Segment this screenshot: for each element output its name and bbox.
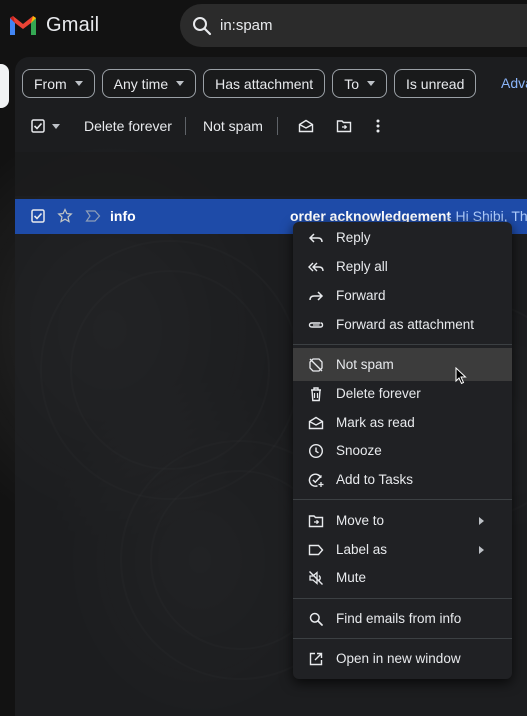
chip-label: Is unread — [406, 75, 465, 92]
menu-item-mute[interactable]: Mute — [293, 563, 512, 592]
menu-item-delete-forever[interactable]: Delete forever — [293, 379, 512, 408]
menu-item-add-to-tasks[interactable]: Add to Tasks — [293, 465, 512, 494]
chevron-down-icon — [52, 123, 60, 129]
top-bar: Gmail in:spam — [0, 0, 527, 52]
folder-move-icon — [307, 512, 325, 530]
menu-item-label: Mute — [336, 570, 367, 585]
reply-icon — [307, 229, 325, 247]
menu-item-label: Not spam — [336, 357, 394, 372]
checkbox-checked-icon — [31, 119, 45, 133]
delete-forever-label: Delete forever — [84, 118, 172, 134]
context-menu: Reply Reply all Forward Forward as attac… — [293, 222, 512, 679]
email-sender: info — [110, 208, 136, 224]
add-task-icon — [307, 471, 325, 489]
list-header-area — [15, 152, 527, 196]
submenu-arrow-icon — [479, 545, 484, 554]
menu-item-label: Open in new window — [336, 651, 461, 666]
menu-item-not-spam[interactable]: Not spam — [293, 348, 512, 381]
chip-label: From — [34, 75, 67, 92]
menu-item-label: Mark as read — [336, 415, 415, 430]
more-vertical-icon — [376, 119, 380, 133]
menu-item-label: Snooze — [336, 443, 382, 458]
chevron-down-icon — [74, 81, 83, 86]
envelope-open-icon — [298, 119, 314, 133]
label-icon — [307, 541, 325, 559]
compose-button-edge[interactable] — [0, 64, 9, 108]
menu-item-snooze[interactable]: Snooze — [293, 436, 512, 465]
menu-item-label: Find emails from info — [336, 611, 462, 626]
forward-icon — [307, 287, 325, 305]
menu-item-mark-as-read[interactable]: Mark as read — [293, 408, 512, 437]
menu-item-label: Label as — [336, 542, 388, 557]
chip-label: Any time — [113, 75, 169, 92]
menu-item-label-as[interactable]: Label as — [293, 535, 512, 564]
importance-marker-icon[interactable] — [85, 209, 101, 223]
reply-all-icon — [307, 258, 325, 276]
menu-item-label: Reply all — [336, 259, 388, 274]
menu-item-label: Reply — [336, 230, 371, 245]
open-in-new-icon — [307, 650, 325, 668]
search-bar[interactable]: in:spam — [180, 4, 527, 47]
menu-divider — [293, 344, 512, 345]
search-input[interactable]: in:spam — [220, 17, 273, 34]
menu-item-move-to[interactable]: Move to — [293, 506, 512, 535]
mute-icon — [307, 569, 325, 587]
chip-label: Has attachment — [215, 75, 314, 92]
filter-chips: From Any time Has attachment To Is unrea… — [22, 69, 477, 98]
menu-item-label: Forward as attachment — [336, 317, 475, 332]
filter-chip-from[interactable]: From — [22, 69, 95, 98]
gmail-logo-icon[interactable] — [8, 12, 38, 38]
chevron-down-icon — [176, 81, 185, 86]
filter-chip-to[interactable]: To — [332, 69, 387, 98]
brand-name: Gmail — [46, 14, 100, 36]
toolbar-divider — [277, 117, 278, 135]
row-checkbox-icon[interactable] — [31, 209, 45, 223]
menu-item-label: Add to Tasks — [336, 472, 414, 487]
mouse-cursor-icon — [455, 367, 467, 385]
folder-move-icon — [336, 120, 352, 133]
not-spam-label: Not spam — [203, 118, 263, 134]
menu-item-forward-as-attachment[interactable]: Forward as attachment — [293, 310, 512, 339]
menu-divider — [293, 499, 512, 500]
select-options-dropdown[interactable] — [52, 112, 60, 140]
mark-as-read-button[interactable] — [298, 112, 314, 140]
toolbar-divider — [185, 117, 186, 135]
chevron-down-icon — [367, 81, 375, 86]
submenu-arrow-icon — [479, 516, 484, 525]
filter-chip-is-unread[interactable]: Is unread — [394, 69, 477, 98]
menu-item-reply-all[interactable]: Reply all — [293, 252, 512, 281]
menu-item-find-emails-from[interactable]: Find emails from info — [293, 604, 512, 633]
envelope-open-icon — [307, 414, 325, 432]
more-options-button[interactable] — [376, 112, 380, 140]
delete-forever-button[interactable]: Delete forever — [84, 112, 172, 140]
attachment-icon — [307, 316, 325, 334]
menu-item-reply[interactable]: Reply — [293, 223, 512, 252]
menu-item-label: Delete forever — [336, 386, 421, 401]
advanced-search-link[interactable]: Adva — [501, 75, 527, 91]
menu-divider — [293, 598, 512, 599]
toolbar: Delete forever Not spam — [22, 112, 522, 140]
menu-item-label: Move to — [336, 513, 385, 528]
star-icon[interactable] — [57, 208, 73, 224]
not-spam-button[interactable]: Not spam — [203, 112, 263, 140]
menu-item-open-in-new-window[interactable]: Open in new window — [293, 644, 512, 673]
select-all-checkbox[interactable] — [31, 112, 45, 140]
move-to-button[interactable] — [336, 112, 352, 140]
menu-item-forward[interactable]: Forward — [293, 281, 512, 310]
chip-label: To — [344, 75, 359, 92]
trash-icon — [307, 385, 325, 403]
clock-icon — [307, 442, 325, 460]
search-icon — [307, 610, 325, 628]
menu-divider — [293, 638, 512, 639]
not-spam-icon — [307, 356, 325, 374]
menu-item-label: Forward — [336, 288, 386, 303]
search-icon[interactable] — [192, 16, 212, 36]
filter-chip-has-attachment[interactable]: Has attachment — [203, 69, 326, 98]
filter-chip-any-time[interactable]: Any time — [101, 69, 197, 98]
